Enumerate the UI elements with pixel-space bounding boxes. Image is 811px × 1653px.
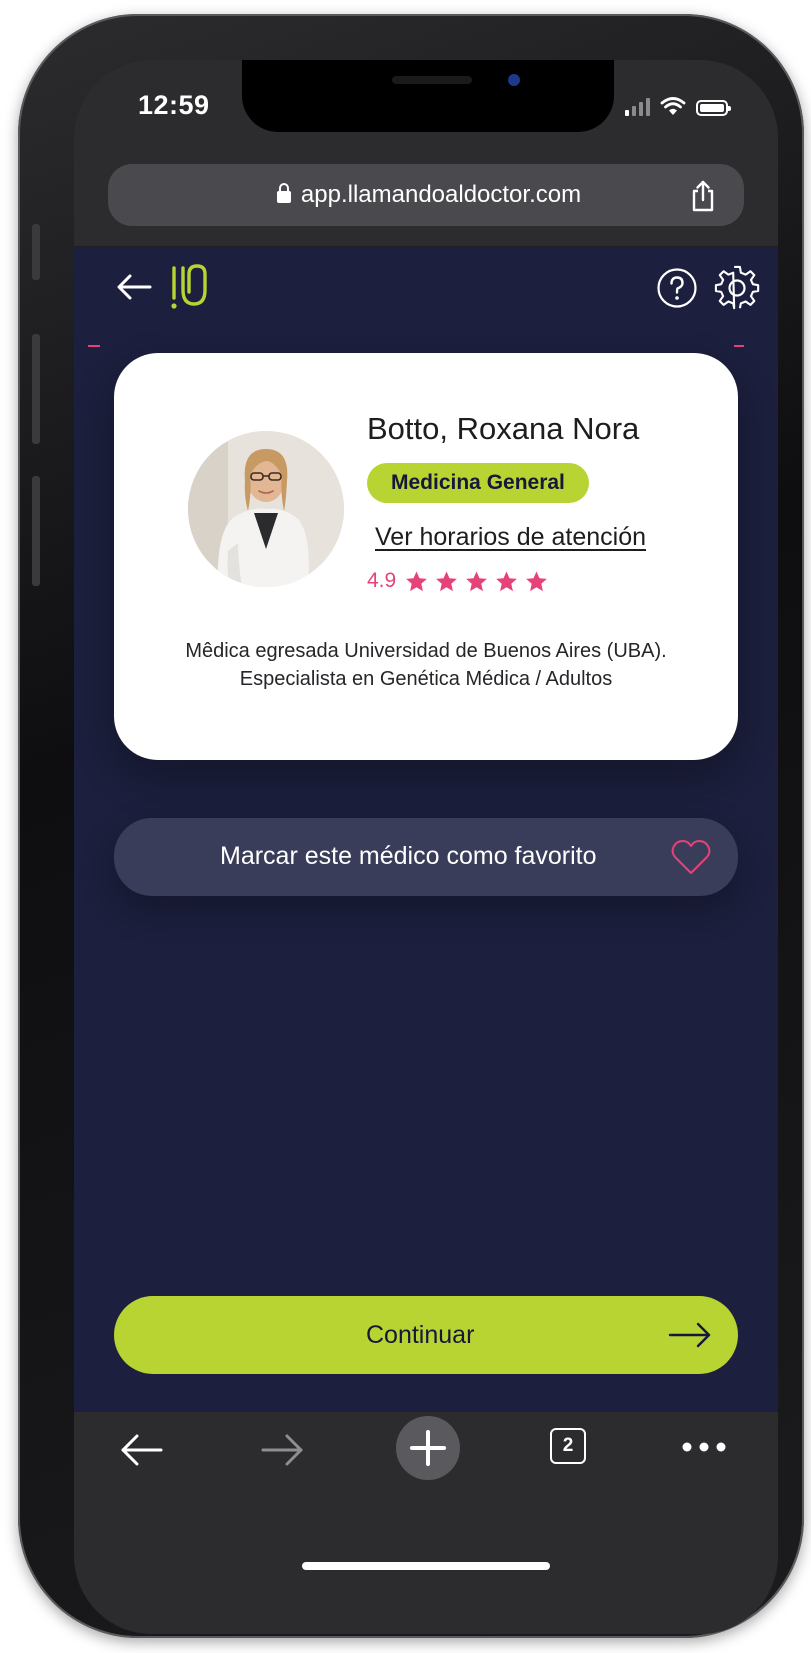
heart-icon[interactable] xyxy=(670,837,712,877)
browser-toolbar: app.llamandoaldoctor.com xyxy=(74,156,778,247)
bio-line: Especialista en Genética Médica / Adulto… xyxy=(239,668,613,690)
status-time: 12:59 xyxy=(138,90,210,120)
address-text-container: app.llamandoaldoctor.com xyxy=(108,181,744,209)
logo xyxy=(171,264,207,309)
rating-value: 4.9 xyxy=(367,569,397,592)
status-bar: 12:59 xyxy=(74,60,778,156)
decorative-dash xyxy=(88,345,100,347)
back-arrow-icon[interactable] xyxy=(118,1430,164,1470)
new-tab-button[interactable] xyxy=(396,1416,460,1480)
doctor-name: Botto, Roxana Nora xyxy=(367,411,640,446)
tabs-button[interactable]: 2 xyxy=(550,1428,586,1464)
phone-frame: 12:59 app.llamandoaldoctor.com Botto, Ro… xyxy=(18,14,804,1638)
continue-label: Continuar xyxy=(366,1321,475,1349)
doctor-photo xyxy=(188,431,344,587)
favorite-button[interactable]: Marcar este médico como favorito xyxy=(114,818,738,896)
home-indicator[interactable] xyxy=(302,1562,550,1570)
schedule-link[interactable]: Ver horarios de atención xyxy=(375,523,646,552)
star-icon xyxy=(526,570,548,591)
volume-up-button xyxy=(32,334,40,444)
front-camera xyxy=(508,74,520,86)
star-icon xyxy=(406,570,428,591)
volume-down-button xyxy=(32,476,40,586)
speaker xyxy=(392,76,472,84)
notch xyxy=(242,60,614,132)
bio-line: Mêdica egresada Universidad de Buenos Ai… xyxy=(185,640,667,662)
star-icon xyxy=(466,570,488,591)
favorite-label: Marcar este médico como favorito xyxy=(220,842,597,870)
continue-button[interactable]: Continuar xyxy=(114,1296,738,1374)
specialty-badge: Medicina General xyxy=(367,463,589,503)
help-icon[interactable] xyxy=(656,267,698,309)
doctor-card: Botto, Roxana Nora Medicina General Ver … xyxy=(114,353,738,760)
battery-icon xyxy=(696,100,731,116)
forward-arrow-icon[interactable] xyxy=(260,1430,306,1470)
browser-bottom-bar: 2 xyxy=(74,1412,778,1634)
decorative-dash xyxy=(734,345,744,347)
app-content: Botto, Roxana Nora Medicina General Ver … xyxy=(74,247,778,1412)
lock-icon xyxy=(276,183,291,203)
app-header xyxy=(74,247,778,327)
plus-icon xyxy=(410,1430,446,1466)
wifi-icon xyxy=(660,97,686,115)
doctor-avatar xyxy=(188,431,344,587)
address-bar[interactable]: app.llamandoaldoctor.com xyxy=(108,164,744,226)
back-arrow-icon[interactable] xyxy=(114,271,154,303)
address-url: app.llamandoaldoctor.com xyxy=(300,181,582,208)
screen: 12:59 app.llamandoaldoctor.com Botto, Ro… xyxy=(74,60,778,1634)
silent-switch xyxy=(32,224,40,280)
gear-icon[interactable] xyxy=(714,265,760,311)
arrow-right-icon xyxy=(668,1322,711,1348)
signal-icon xyxy=(625,98,650,116)
more-icon[interactable] xyxy=(680,1440,728,1454)
share-icon[interactable] xyxy=(688,180,718,212)
rating: 4.9 xyxy=(367,569,548,593)
star-icon xyxy=(496,570,518,591)
doctor-bio: Mêdica egresada Universidad de Buenos Ai… xyxy=(134,637,718,693)
star-icon xyxy=(436,570,458,591)
status-icons xyxy=(625,97,731,116)
